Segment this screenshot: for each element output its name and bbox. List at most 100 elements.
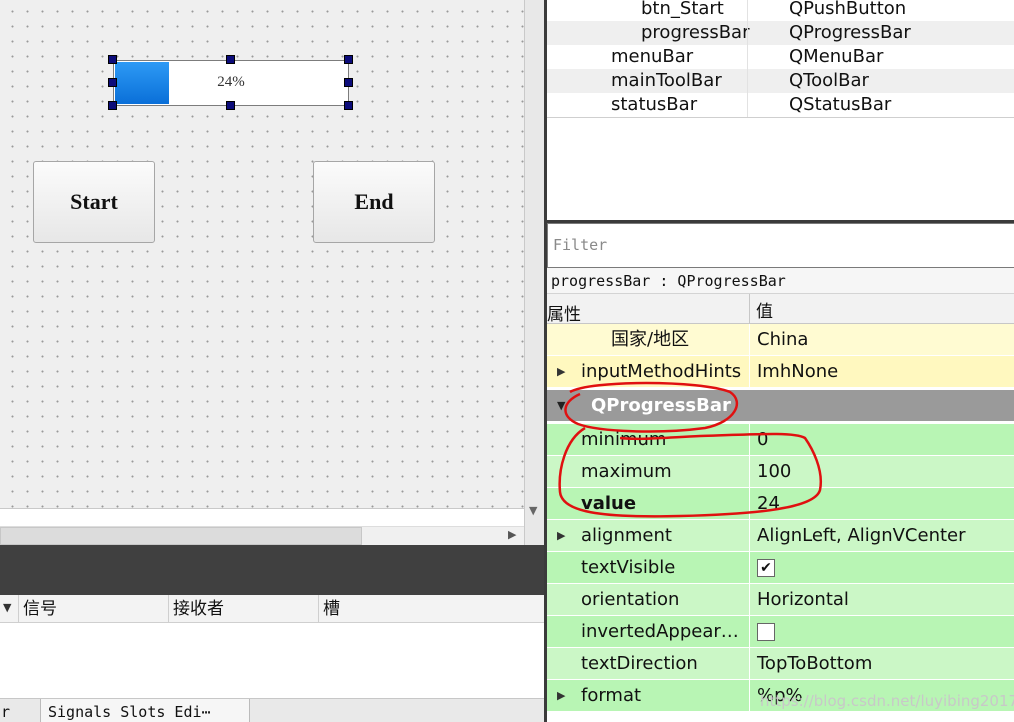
property-name: inputMethodHints xyxy=(581,361,742,382)
tab-signals-slots-editor[interactable]: Signals Slots Edi⋯ xyxy=(40,699,250,722)
property-name: format xyxy=(581,685,642,706)
property-name: alignment xyxy=(581,525,672,546)
property-value[interactable]: TopToBottom xyxy=(757,648,872,680)
property-name: minimum xyxy=(581,429,667,450)
unchecked-checkbox[interactable] xyxy=(757,623,775,641)
column-slot[interactable]: 槽 xyxy=(318,595,544,623)
property-name: 国家/地区 xyxy=(611,329,690,350)
column-separator xyxy=(749,616,750,648)
selection-handle[interactable] xyxy=(226,101,235,110)
header-property[interactable]: 属性 xyxy=(547,300,581,325)
selection-handle[interactable] xyxy=(344,55,353,64)
progress-text: 24% xyxy=(217,74,245,90)
column-signal[interactable]: 信号 xyxy=(18,595,168,623)
object-class: QPushButton xyxy=(789,0,907,19)
column-receiver[interactable]: 接收者 xyxy=(168,595,318,623)
property-value[interactable]: China xyxy=(757,324,808,356)
property-row-locale[interactable]: 国家/地区 China xyxy=(547,324,1014,356)
property-value[interactable]: 0 xyxy=(757,424,768,456)
object-class-label: progressBar : QProgressBar xyxy=(547,268,1014,294)
object-class: QStatusBar xyxy=(789,94,892,115)
column-separator xyxy=(749,648,750,680)
object-row[interactable]: mainToolBar QToolBar xyxy=(547,69,1014,93)
column-separator xyxy=(747,69,748,93)
object-name: statusBar xyxy=(611,94,698,115)
property-value[interactable]: ImhNone xyxy=(757,356,838,388)
property-value[interactable]: Horizontal xyxy=(757,584,849,616)
property-row-inverted-appearance[interactable]: invertedAppeara… xyxy=(547,616,1014,648)
property-value[interactable]: 24 xyxy=(757,488,780,520)
column-separator xyxy=(747,21,748,45)
watermark: https://blog.csdn.net/luyibing2017 xyxy=(760,692,1014,710)
property-row-maximum[interactable]: maximum 100 xyxy=(547,456,1014,488)
property-row-text-direction[interactable]: textDirection TopToBottom xyxy=(547,648,1014,680)
property-name: textVisible xyxy=(581,557,676,578)
property-name: orientation xyxy=(581,589,680,610)
collapse-arrow-icon[interactable]: ▼ xyxy=(557,390,565,422)
filter-input[interactable]: Filter xyxy=(547,223,1014,268)
expand-arrow-icon[interactable]: ▶ xyxy=(557,520,565,552)
property-row-minimum[interactable]: minimum 0 xyxy=(547,424,1014,456)
property-table-header: 属性 值 xyxy=(547,294,1014,325)
column-separator xyxy=(749,520,750,552)
column-separator xyxy=(749,324,750,356)
property-value[interactable]: AlignLeft, AlignVCenter xyxy=(757,520,966,552)
tab-previous[interactable]: r xyxy=(0,699,34,722)
object-class: QProgressBar xyxy=(789,22,911,43)
column-separator xyxy=(749,680,750,712)
expand-arrow-icon[interactable]: ▶ xyxy=(557,356,565,388)
scroll-down-arrow-icon[interactable]: ▼ xyxy=(529,504,537,517)
form-canvas[interactable]: 24% Start End xyxy=(0,0,524,508)
sort-arrow-icon[interactable]: ▼ xyxy=(3,601,11,614)
column-separator xyxy=(747,0,748,21)
object-class: QMenuBar xyxy=(789,46,884,67)
property-row-text-visible[interactable]: textVisible ✔ xyxy=(547,552,1014,584)
expand-arrow-icon[interactable]: ▶ xyxy=(557,680,565,712)
scroll-right-arrow-icon[interactable]: ▶ xyxy=(508,528,516,541)
list-end-line xyxy=(547,117,1014,118)
selection-handle[interactable] xyxy=(108,78,117,87)
bottom-tab-bar: r Signals Slots Edi⋯ xyxy=(0,698,544,722)
progress-bar-widget[interactable]: 24% xyxy=(113,60,349,106)
property-value[interactable]: 100 xyxy=(757,456,791,488)
group-name: QProgressBar xyxy=(591,395,731,416)
property-name: value xyxy=(581,493,637,514)
canvas-vertical-scrollbar[interactable]: ▼ xyxy=(524,0,544,545)
object-name: btn_Start xyxy=(641,0,724,19)
canvas-horizontal-scrollbar[interactable]: ▶ xyxy=(0,508,524,546)
signals-table-header: ▼ 信号 接收者 槽 xyxy=(0,595,544,623)
column-separator xyxy=(747,93,748,117)
column-separator xyxy=(749,552,750,584)
column-separator xyxy=(749,584,750,616)
qt-designer-window: 24% Start End ▼ ▶ ▼ 信号 接收者 槽 r Signals S… xyxy=(0,0,1014,722)
property-row-input-method-hints[interactable]: ▶ inputMethodHints ImhNone xyxy=(547,356,1014,388)
property-row-orientation[interactable]: orientation Horizontal xyxy=(547,584,1014,616)
column-separator xyxy=(749,456,750,488)
property-row-value[interactable]: value 24 xyxy=(547,488,1014,520)
selection-handle[interactable] xyxy=(344,78,353,87)
checked-checkbox[interactable]: ✔ xyxy=(757,559,775,577)
end-button[interactable]: End xyxy=(313,161,435,243)
column-separator xyxy=(749,356,750,388)
property-group-qprogressbar[interactable]: ▼ QProgressBar xyxy=(547,390,1014,422)
object-inspector: btn_Start QPushButton progressBar QProgr… xyxy=(547,0,1014,220)
header-value[interactable]: 值 xyxy=(749,294,773,324)
column-separator xyxy=(747,45,748,69)
column-separator xyxy=(749,488,750,520)
object-row[interactable]: menuBar QMenuBar xyxy=(547,45,1014,69)
signals-table-body[interactable] xyxy=(0,623,544,698)
object-class: QToolBar xyxy=(789,70,869,91)
start-button[interactable]: Start xyxy=(33,161,155,243)
selection-handle[interactable] xyxy=(344,101,353,110)
selection-handle[interactable] xyxy=(226,55,235,64)
object-row[interactable]: statusBar QStatusBar xyxy=(547,93,1014,117)
selection-handle[interactable] xyxy=(108,55,117,64)
object-name: mainToolBar xyxy=(611,70,722,91)
object-row[interactable]: btn_Start QPushButton xyxy=(547,0,1014,21)
property-name: textDirection xyxy=(581,653,698,674)
scroll-thumb[interactable] xyxy=(0,527,362,545)
object-row[interactable]: progressBar QProgressBar xyxy=(547,21,1014,45)
selection-handle[interactable] xyxy=(108,101,117,110)
property-row-alignment[interactable]: ▶ alignment AlignLeft, AlignVCenter xyxy=(547,520,1014,552)
object-name: progressBar xyxy=(641,22,750,43)
